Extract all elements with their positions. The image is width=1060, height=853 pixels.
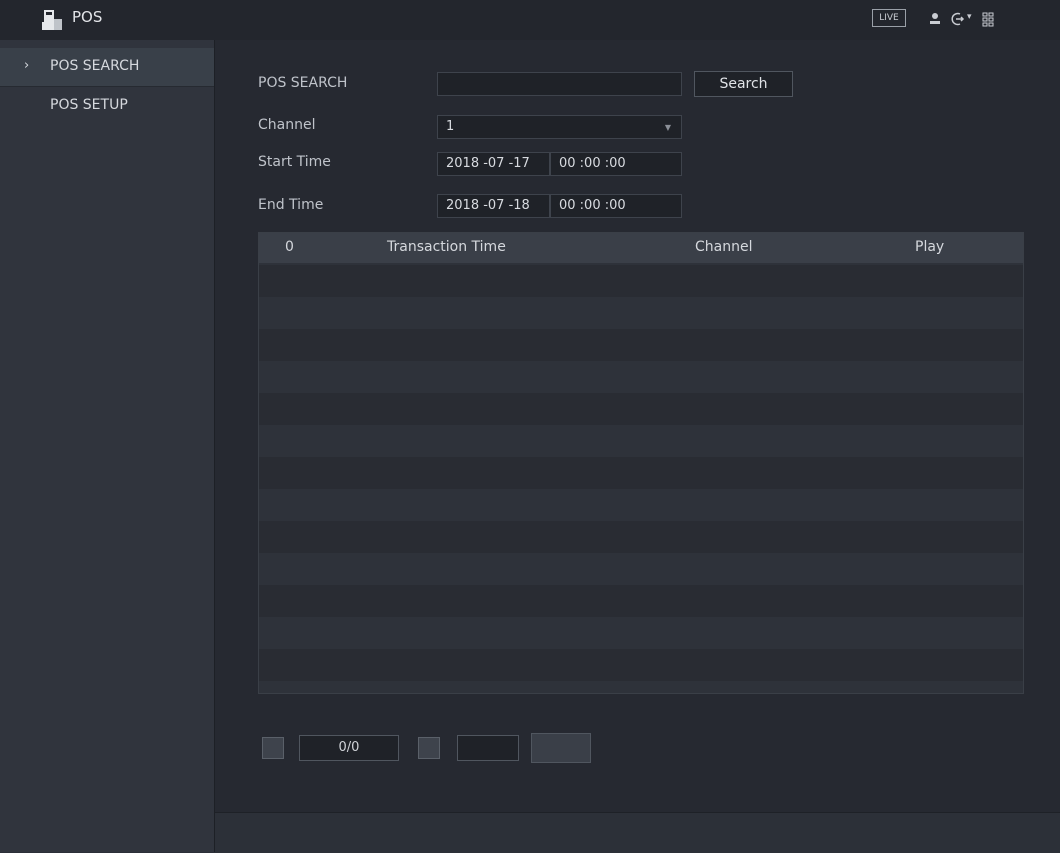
- dropdown-arrow-icon: ▼: [664, 123, 671, 132]
- channel-value: 1: [446, 119, 455, 134]
- table-header: 0 Transaction Time Channel Play: [259, 233, 1023, 263]
- end-time-label: End Time: [258, 197, 324, 213]
- sidebar-item-label: POS SETUP: [50, 97, 128, 113]
- sidebar-item-pos-search[interactable]: › POS SEARCH: [0, 48, 214, 87]
- play-selected-button[interactable]: [531, 733, 591, 763]
- sidebar-item-pos-setup[interactable]: POS SETUP: [0, 87, 214, 125]
- pos-terminal-icon: [42, 10, 62, 30]
- first-page-button[interactable]: [262, 737, 284, 759]
- start-time-field[interactable]: 00 :00 :00: [550, 152, 682, 176]
- status-bar: [215, 812, 1060, 853]
- results-table: 0 Transaction Time Channel Play: [258, 232, 1024, 694]
- column-header-transaction-time[interactable]: Transaction Time: [387, 239, 506, 255]
- logout-icon[interactable]: [950, 11, 966, 27]
- page-title: POS: [72, 8, 103, 26]
- page-indicator[interactable]: 0/0: [299, 735, 399, 761]
- chevron-right-icon: ›: [24, 58, 30, 73]
- column-header-count[interactable]: 0: [285, 239, 294, 255]
- column-header-channel[interactable]: Channel: [695, 239, 752, 255]
- start-date-field[interactable]: 2018 -07 -17: [437, 152, 550, 176]
- menu-grid-icon[interactable]: [980, 11, 996, 27]
- end-time-field[interactable]: 00 :00 :00: [550, 194, 682, 218]
- column-header-play[interactable]: Play: [915, 239, 944, 255]
- start-time-label: Start Time: [258, 154, 331, 170]
- dropdown-caret-icon[interactable]: ▾: [967, 12, 972, 22]
- search-button[interactable]: Search: [694, 71, 793, 97]
- pos-search-input[interactable]: [437, 72, 682, 96]
- channel-label: Channel: [258, 117, 316, 133]
- sidebar: › POS SEARCH POS SETUP: [0, 40, 214, 852]
- go-page-button[interactable]: [418, 737, 440, 759]
- live-view-button[interactable]: LIVE: [872, 9, 906, 27]
- end-date-field[interactable]: 2018 -07 -18: [437, 194, 550, 218]
- pos-search-label: POS SEARCH: [258, 75, 348, 91]
- user-icon[interactable]: [927, 11, 943, 27]
- sidebar-item-label: POS SEARCH: [50, 58, 140, 74]
- backup-button[interactable]: [457, 735, 519, 761]
- top-bar: POS LIVE ▾: [0, 0, 1060, 40]
- channel-select[interactable]: 1 ▼: [437, 115, 682, 139]
